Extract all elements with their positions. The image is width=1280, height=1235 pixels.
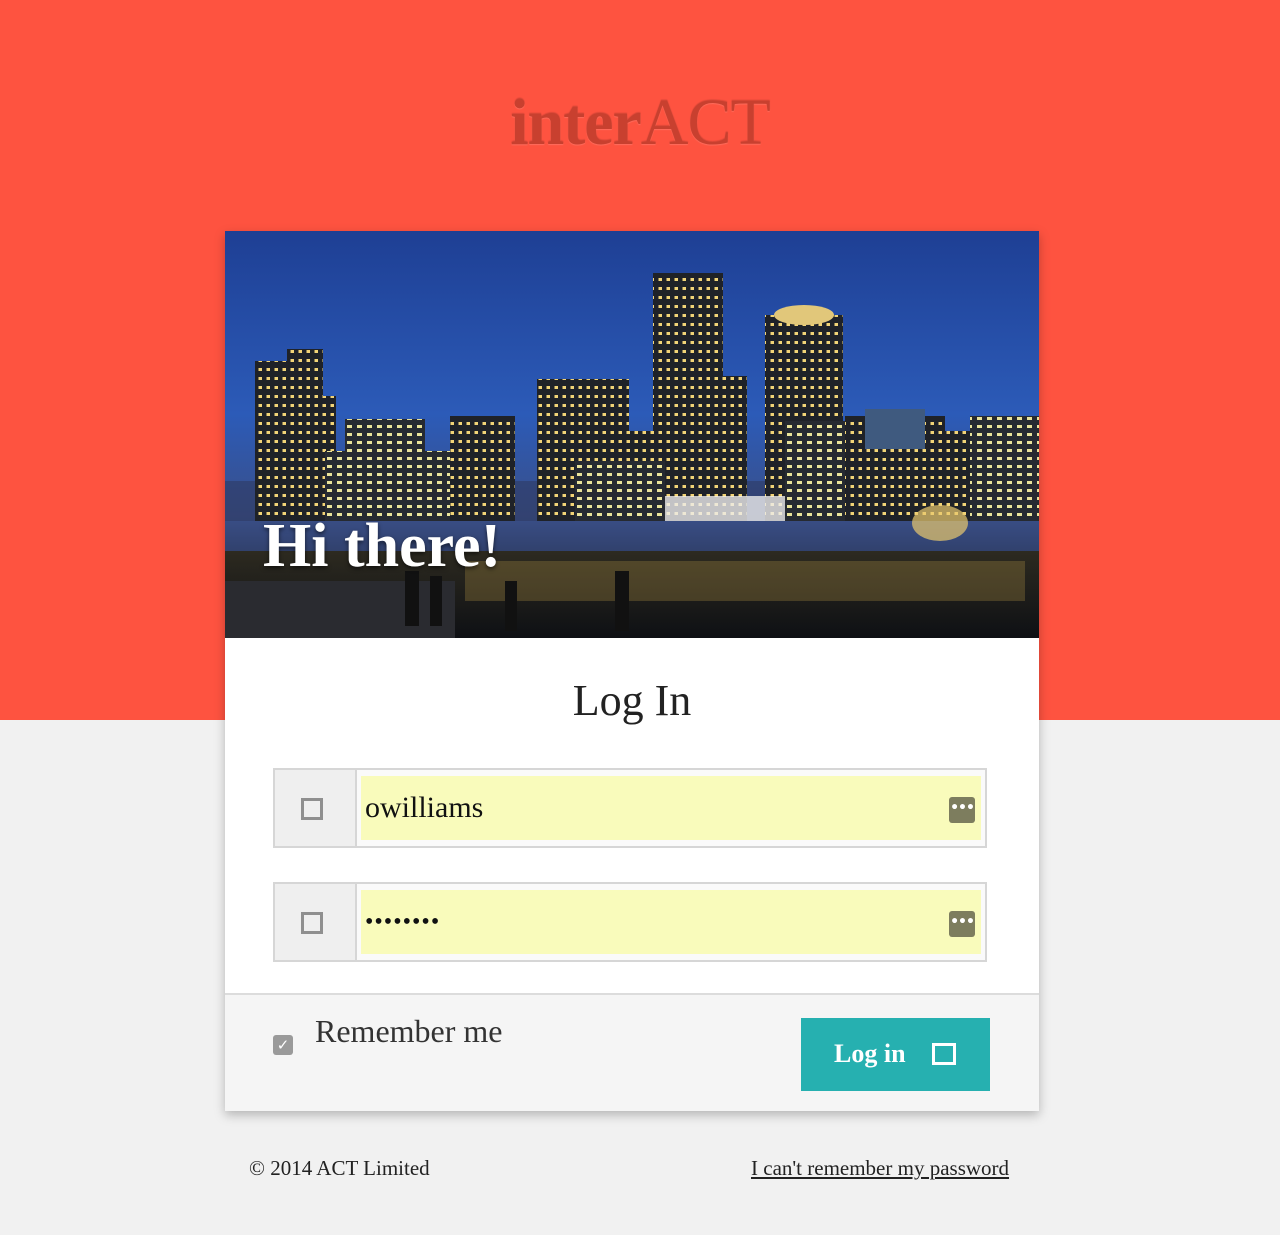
username-field: owilliams ••• xyxy=(273,768,987,848)
brand-logo: interACT xyxy=(0,86,1280,160)
password-input[interactable]: •••••••• xyxy=(361,890,981,954)
brand-part-act: ACT xyxy=(640,86,771,159)
login-button-label: Log in xyxy=(834,1039,906,1068)
username-addon xyxy=(275,770,357,846)
password-manager-icon[interactable]: ••• xyxy=(949,797,975,823)
username-input[interactable]: owilliams xyxy=(361,776,981,840)
brand-part-inter: inter xyxy=(510,86,642,159)
lock-icon xyxy=(301,912,323,934)
sign-in-icon xyxy=(932,1043,956,1065)
password-manager-icon[interactable]: ••• xyxy=(949,911,975,937)
login-card: Hi there! Log In owilliams ••• •••••••• … xyxy=(225,231,1039,1111)
card-footer: ✓ Remember me Log in xyxy=(225,993,1039,1111)
login-button[interactable]: Log in xyxy=(801,1018,990,1091)
password-addon xyxy=(275,884,357,960)
hero-image: Hi there! xyxy=(225,231,1039,638)
user-icon xyxy=(301,798,323,820)
login-heading: Log In xyxy=(572,676,692,725)
copyright-text: © 2014 ACT Limited xyxy=(249,1156,430,1180)
remember-me-checkbox[interactable]: ✓ xyxy=(273,1035,293,1055)
remember-me-label[interactable]: Remember me xyxy=(315,1011,502,1051)
hero-greeting: Hi there! xyxy=(263,512,502,580)
forgot-password-link[interactable]: I can't remember my password xyxy=(751,1154,1009,1182)
password-field: •••••••• ••• xyxy=(273,882,987,962)
